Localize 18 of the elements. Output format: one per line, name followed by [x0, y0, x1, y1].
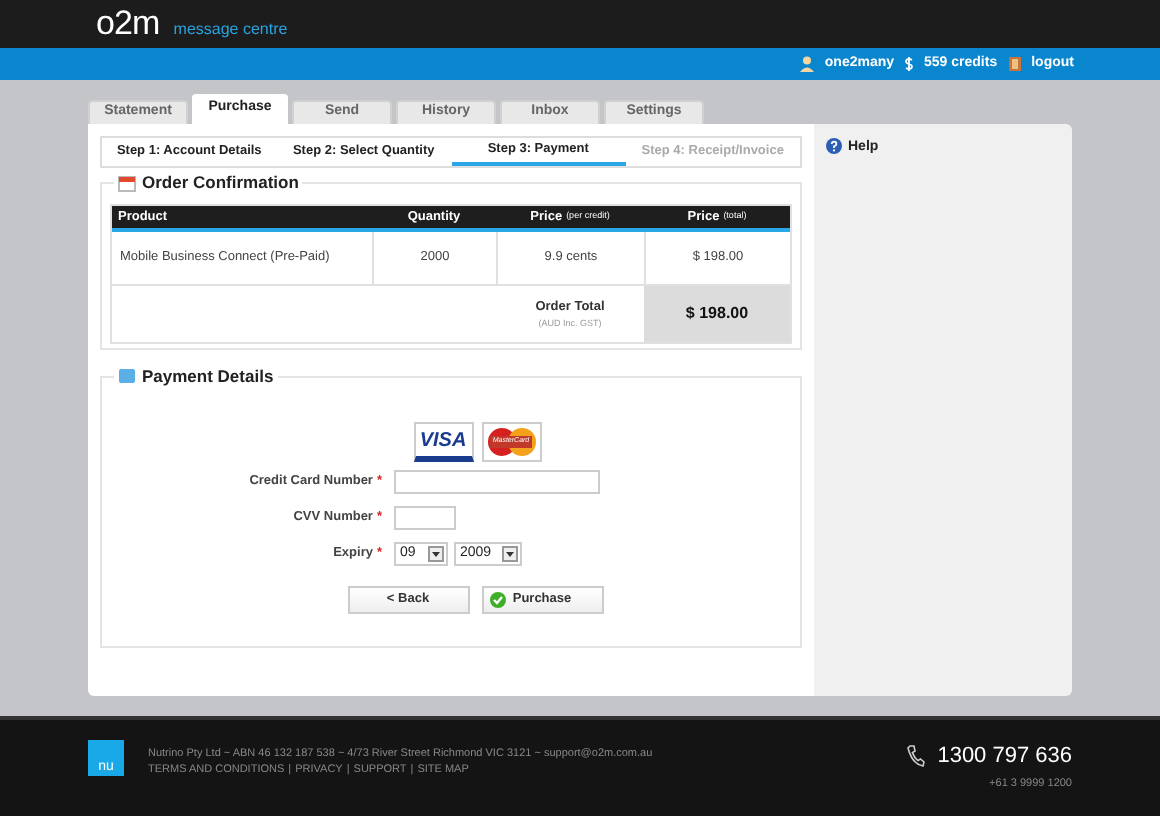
header-subtitle: message centre	[173, 22, 288, 38]
card-icon	[118, 368, 136, 385]
input-field[interactable]	[394, 470, 600, 494]
logo[interactable]: o2m	[96, 6, 160, 40]
phone-number: 1300 797 636	[937, 742, 1072, 772]
section-title: Order Confirmation	[142, 170, 299, 196]
order-total-amount: $ 198.00	[644, 286, 790, 342]
visa-logo: VISA	[413, 422, 473, 462]
help-icon	[826, 138, 842, 154]
caret-icon	[502, 546, 518, 562]
user-icon	[800, 56, 815, 72]
input-field[interactable]	[394, 506, 456, 530]
caret-icon	[428, 546, 444, 562]
check-icon	[489, 592, 505, 608]
dollar-icon	[904, 56, 915, 72]
door-icon	[1007, 56, 1022, 72]
section-title: Payment Details	[142, 364, 274, 390]
phone-icon	[905, 744, 926, 769]
